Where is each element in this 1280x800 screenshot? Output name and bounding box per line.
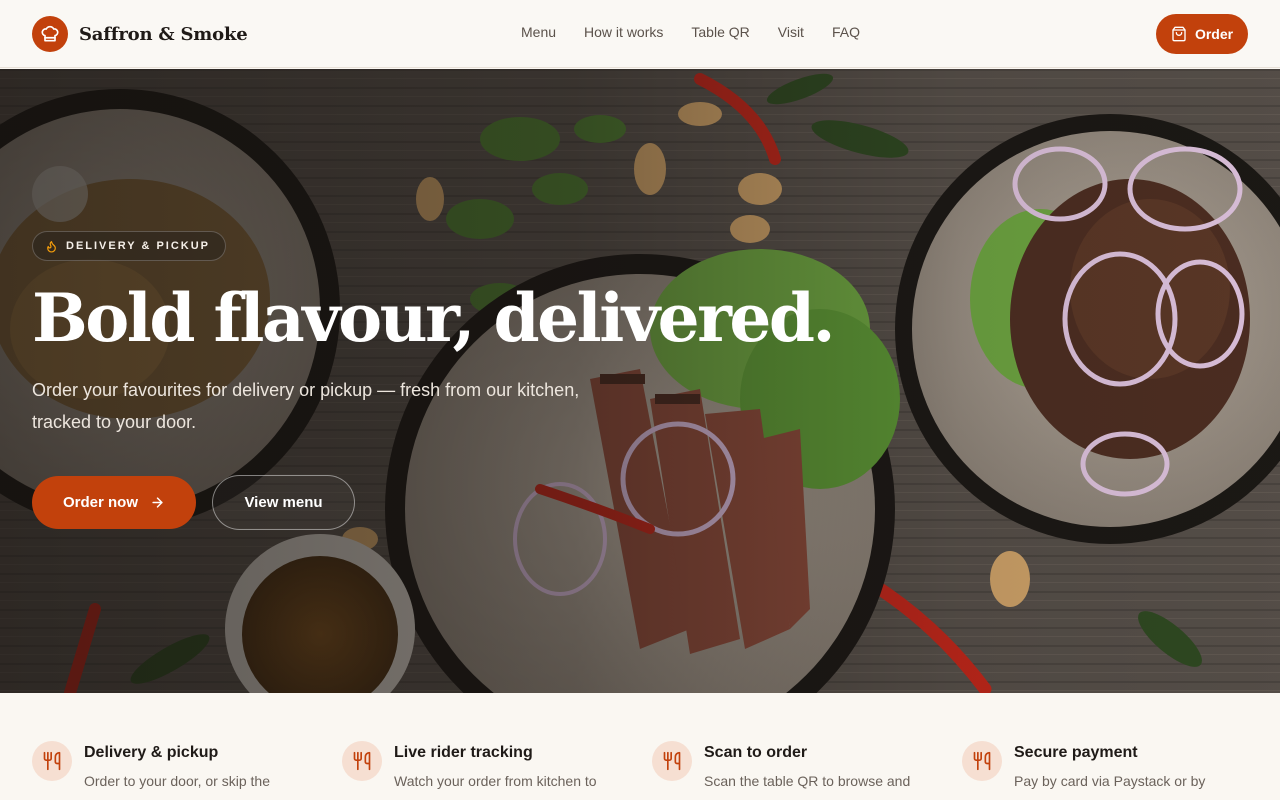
feature-title: Scan to order (704, 744, 808, 761)
nav-item-how-it-works[interactable]: How it works (584, 24, 663, 40)
order-now-label: Order now (62, 494, 138, 511)
nav-item-faq[interactable]: FAQ (832, 24, 860, 40)
view-menu-button[interactable]: View menu (212, 475, 355, 530)
utensils-icon (32, 741, 72, 781)
utensils-icon (652, 741, 692, 781)
feature-title: Live rider tracking (394, 744, 533, 761)
feature-description: Watch your order from kitchen to (394, 773, 597, 789)
feature-description: Order to your door, or skip the (84, 773, 270, 789)
hero-section: DELIVERY & PICKUP Bold flavour, delivere… (0, 69, 1280, 693)
view-menu-label: View menu (244, 494, 323, 511)
feature-description: Scan the table QR to browse and (704, 773, 911, 789)
features-section: Delivery & pickup Order to your door, or… (0, 693, 1280, 800)
feature-title: Secure payment (1014, 744, 1138, 761)
chef-hat-icon (32, 16, 68, 52)
badge-label: DELIVERY & PICKUP (66, 240, 211, 252)
shopping-bag-icon (1171, 26, 1187, 42)
header-order-label: Order (1194, 26, 1234, 42)
arrow-right-icon (150, 495, 165, 510)
flame-icon (45, 240, 58, 253)
nav-item-menu[interactable]: Menu (521, 24, 556, 40)
utensils-icon (342, 741, 382, 781)
header-order-button[interactable]: Order (1156, 14, 1248, 54)
hero-title: Bold flavour, delivered. (32, 279, 836, 357)
feature-description: Pay by card via Paystack or by (1014, 773, 1206, 789)
category-badge: DELIVERY & PICKUP (32, 231, 227, 261)
nav-item-table-qr[interactable]: Table QR (691, 24, 749, 40)
feature-title: Delivery & pickup (84, 744, 219, 761)
brand-name: Saffron & Smoke (79, 23, 248, 45)
brand[interactable]: Saffron & Smoke (32, 16, 248, 52)
nav-item-visit[interactable]: Visit (778, 24, 804, 40)
site-header: Saffron & Smoke Menu How it works Table … (0, 0, 1280, 68)
utensils-icon (962, 741, 1002, 781)
hero-subtitle: Order your favourites for delivery or pi… (32, 380, 580, 432)
main-nav: Menu How it works Table QR Visit FAQ (521, 24, 860, 40)
order-now-button[interactable]: Order now (32, 476, 196, 529)
